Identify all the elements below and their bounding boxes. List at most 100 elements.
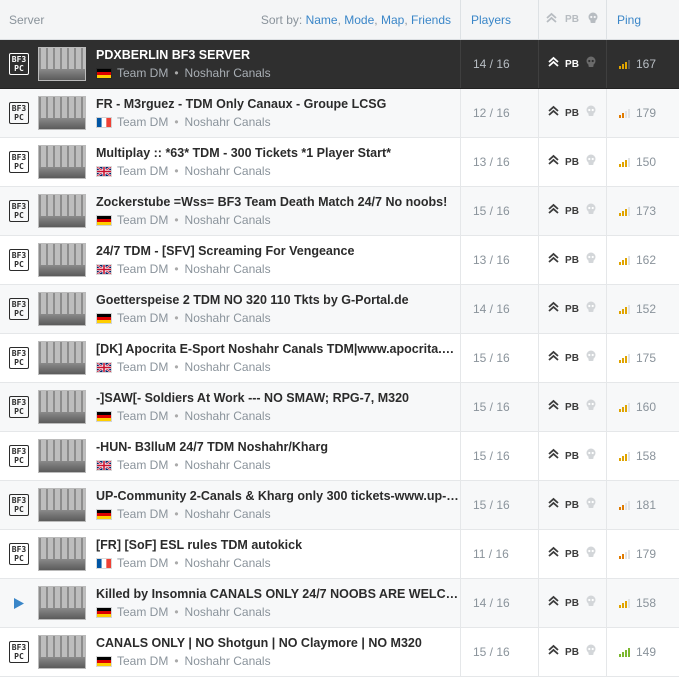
server-flags: PB: [538, 579, 606, 627]
server-row[interactable]: BF3 PC UP-Community 2-Canals & Kharg only …: [0, 481, 679, 530]
server-info: -HUN- B3lluM 24/7 TDM Noshahr/Kharg Team …: [90, 432, 460, 480]
platform-cell: BF3 PC: [0, 89, 38, 137]
player-count: 15 / 16: [460, 432, 538, 480]
server-name[interactable]: Zockerstube =Wss= BF3 Team Death Match 2…: [96, 195, 460, 209]
ping-value: 173: [636, 204, 657, 218]
country-flag-icon: [96, 165, 117, 177]
server-row[interactable]: BF3 PC -HUN- B3lluM 24/7 TDM Noshahr/Kharg…: [0, 432, 679, 481]
server-flags: PB: [538, 236, 606, 284]
server-flags: PB: [538, 432, 606, 480]
skull-icon[interactable]: [587, 12, 599, 27]
skull-icon: [585, 153, 597, 171]
sort-by-name-link[interactable]: Name: [306, 13, 338, 27]
ping-signal-icon: [619, 157, 630, 167]
bf3-pc-platform-icon: BF3 PC: [8, 53, 30, 75]
rank-chevron-icon[interactable]: [546, 12, 557, 27]
punkbuster-badge: PB: [565, 107, 579, 119]
map-thumbnail-cell: [38, 383, 90, 431]
game-mode: Team DM: [117, 360, 169, 374]
server-row[interactable]: BF3 PC PDXBERLIN BF3 SERVER Team DM • Noshahr…: [0, 40, 679, 89]
map-name: Noshahr Canals: [184, 409, 271, 423]
server-details: Team DM • Noshahr Canals: [96, 213, 460, 227]
map-thumbnail-cell: [38, 236, 90, 284]
map-thumbnail: [38, 439, 86, 473]
country-flag-icon: [96, 655, 117, 667]
skull-icon: [585, 496, 597, 514]
server-name[interactable]: -]SAW[- Soldiers At Work --- NO SMAW; RP…: [96, 391, 460, 405]
punkbuster-header-label[interactable]: PB: [565, 14, 579, 25]
map-name: Noshahr Canals: [184, 360, 271, 374]
server-row[interactable]: BF3 PC Zockerstube =Wss= BF3 Team Death Ma…: [0, 187, 679, 236]
skull-icon: [585, 545, 597, 563]
ping-signal-icon: [619, 59, 630, 69]
ping-cell: 173: [606, 187, 679, 235]
server-info: FR - M3rguez - TDM Only Canaux - Groupe …: [90, 89, 460, 137]
server-name[interactable]: 24/7 TDM - [SFV] Screaming For Vengeance: [96, 244, 460, 258]
bf3-pc-platform-icon: BF3 PC: [8, 298, 30, 320]
skull-icon: [585, 447, 597, 465]
server-flags: PB: [538, 40, 606, 88]
server-name[interactable]: -HUN- B3lluM 24/7 TDM Noshahr/Kharg: [96, 440, 460, 454]
map-thumbnail-cell: [38, 628, 90, 676]
server-details: Team DM • Noshahr Canals: [96, 605, 460, 619]
sort-by-friends-link[interactable]: Friends: [411, 13, 451, 27]
ping-value: 152: [636, 302, 657, 316]
server-name[interactable]: Multiplay :: *63* TDM - 300 Tickets *1 P…: [96, 146, 460, 160]
filters-column-header: PB: [538, 0, 606, 39]
server-name[interactable]: FR - M3rguez - TDM Only Canaux - Groupe …: [96, 97, 460, 111]
server-name[interactable]: PDXBERLIN BF3 SERVER: [96, 48, 460, 62]
ping-column-header[interactable]: Ping: [606, 0, 679, 39]
server-flags: PB: [538, 334, 606, 382]
ping-signal-icon: [619, 598, 630, 608]
server-row[interactable]: BF3 PC Goetterspeise 2 TDM NO 320 110 Tkts…: [0, 285, 679, 334]
server-row[interactable]: BF3 PC -]SAW[- Soldiers At Work --- NO SMA…: [0, 383, 679, 432]
ping-value: 160: [636, 400, 657, 414]
platform-cell: BF3 PC: [0, 530, 38, 578]
skull-icon: [585, 202, 597, 220]
punkbuster-badge: PB: [565, 303, 579, 315]
server-name[interactable]: Goetterspeise 2 TDM NO 320 110 Tkts by G…: [96, 293, 460, 307]
sort-by-mode-link[interactable]: Mode: [344, 13, 374, 27]
map-thumbnail-cell: [38, 432, 90, 480]
server-name[interactable]: CANALS ONLY | NO Shotgun | NO Claymore |…: [96, 636, 460, 650]
ping-cell: 158: [606, 579, 679, 627]
separator-dot: •: [174, 213, 179, 227]
server-name[interactable]: UP-Community 2-Canals & Kharg only 300 t…: [96, 489, 460, 503]
player-count: 14 / 16: [460, 40, 538, 88]
ping-value: 179: [636, 547, 657, 561]
server-details: Team DM • Noshahr Canals: [96, 556, 460, 570]
server-info: Zockerstube =Wss= BF3 Team Death Match 2…: [90, 187, 460, 235]
server-info: CANALS ONLY | NO Shotgun | NO Claymore |…: [90, 628, 460, 676]
map-thumbnail: [38, 47, 86, 81]
players-column-header[interactable]: Players: [460, 0, 538, 39]
server-row[interactable]: Killed by Insomnia CANALS ONLY 24/7 NOOB…: [0, 579, 679, 628]
separator-dot: •: [174, 115, 179, 129]
country-flag-icon: [96, 67, 117, 79]
server-name[interactable]: [DK] Apocrita E-Sport Noshahr Canals TDM…: [96, 342, 460, 356]
map-thumbnail-cell: [38, 187, 90, 235]
server-details: Team DM • Noshahr Canals: [96, 507, 460, 521]
server-flags: PB: [538, 138, 606, 186]
server-name[interactable]: [FR] [SoF] ESL rules TDM autokick: [96, 538, 460, 552]
server-row[interactable]: BF3 PC FR - M3rguez - TDM Only Canaux - Gr…: [0, 89, 679, 138]
server-row[interactable]: BF3 PC [FR] [SoF] ESL rules TDM autokick Te…: [0, 530, 679, 579]
country-flag-icon: [96, 459, 117, 471]
player-count: 15 / 16: [460, 187, 538, 235]
game-mode: Team DM: [117, 605, 169, 619]
ping-cell: 179: [606, 89, 679, 137]
server-row[interactable]: BF3 PC [DK] Apocrita E-Sport Noshahr Canal…: [0, 334, 679, 383]
sort-by-map-link[interactable]: Map: [381, 13, 404, 27]
server-header-label: Server: [9, 12, 45, 27]
country-flag-icon: [96, 606, 117, 618]
map-thumbnail-cell: [38, 285, 90, 333]
server-row[interactable]: BF3 PC CANALS ONLY | NO Shotgun | NO Claym…: [0, 628, 679, 677]
server-name[interactable]: Killed by Insomnia CANALS ONLY 24/7 NOOB…: [96, 587, 460, 601]
map-name: Noshahr Canals: [184, 458, 271, 472]
country-flag-icon: [96, 312, 117, 324]
play-icon[interactable]: [14, 597, 24, 609]
rank-chevron-icon: [548, 643, 559, 661]
server-row[interactable]: BF3 PC 24/7 TDM - [SFV] Screaming For Veng…: [0, 236, 679, 285]
server-row[interactable]: BF3 PC Multiplay :: *63* TDM - 300 Tickets…: [0, 138, 679, 187]
skull-icon: [585, 251, 597, 269]
server-info: Multiplay :: *63* TDM - 300 Tickets *1 P…: [90, 138, 460, 186]
